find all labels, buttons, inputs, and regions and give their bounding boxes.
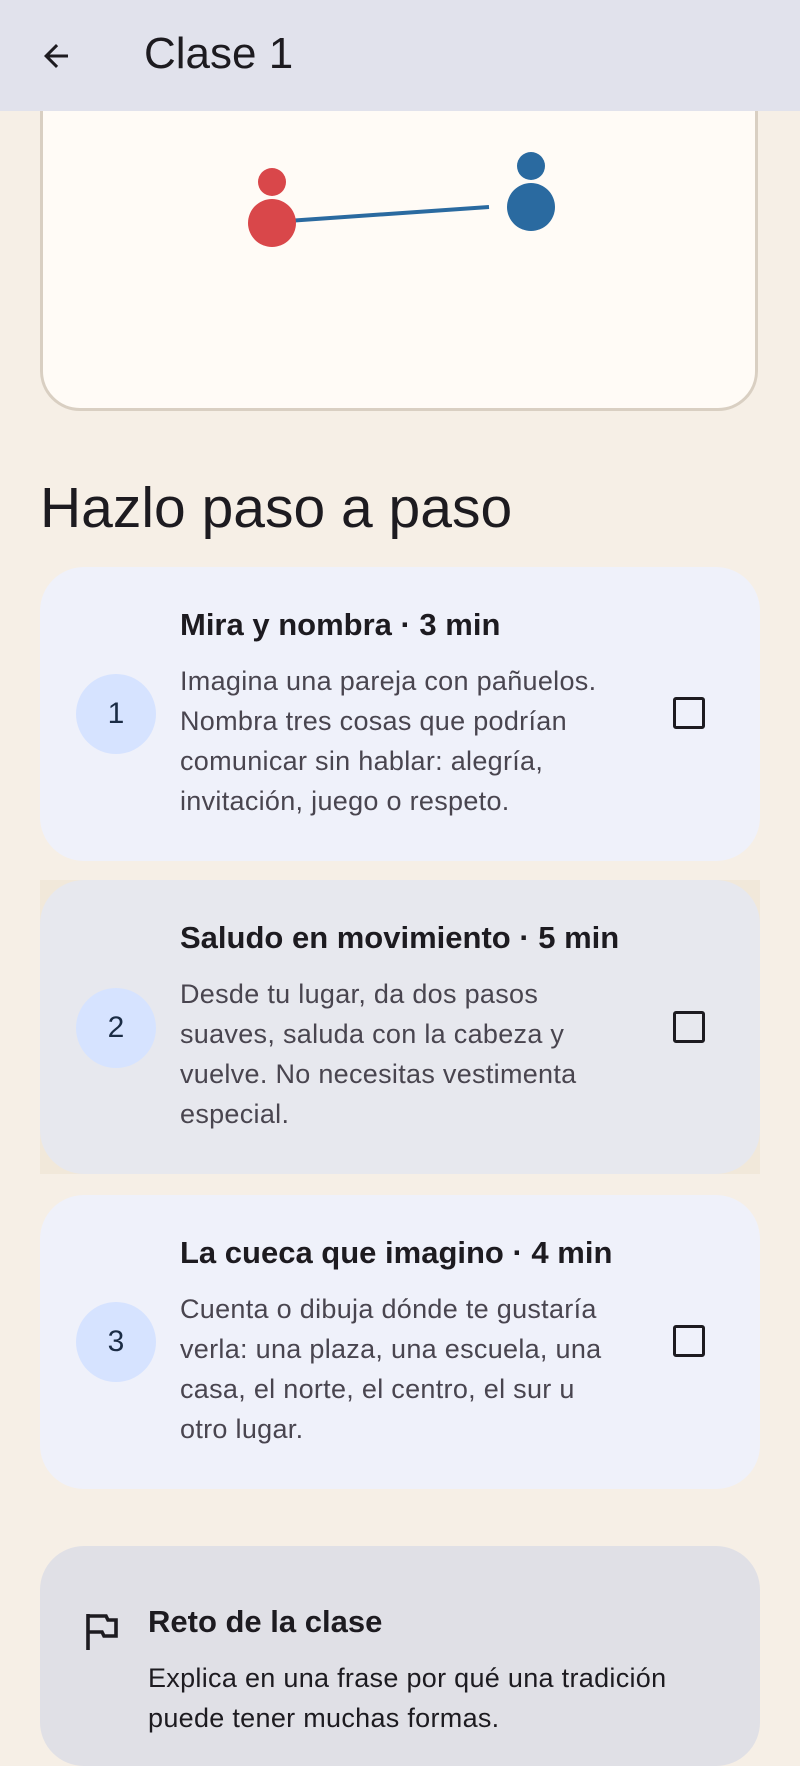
page-title: Clase 1 bbox=[144, 29, 294, 78]
step-card-3: 3 La cueca que imagino · 4 min Cuenta o … bbox=[40, 1195, 760, 1489]
challenge-title: Reto de la clase bbox=[148, 1604, 383, 1639]
flag-icon bbox=[86, 1614, 118, 1650]
back-button[interactable] bbox=[28, 28, 84, 84]
step-number-badge: 2 bbox=[76, 988, 156, 1068]
dancing-couple-illustration bbox=[248, 152, 555, 247]
right-figure-body bbox=[507, 183, 555, 231]
step-title: Saludo en movimiento · 5 min bbox=[180, 920, 620, 955]
step-description: Desde tu lugar, da dos pasos suaves, sal… bbox=[180, 979, 577, 1129]
challenge-card: Reto de la clase Explica en una frase po… bbox=[40, 1546, 760, 1766]
top-app-bar: Clase 1 bbox=[0, 0, 800, 111]
step-card-1: 1 Mira y nombra · 3 min Imagina una pare… bbox=[40, 567, 760, 861]
step-checkbox[interactable] bbox=[673, 1325, 705, 1357]
step-description: Imagina una pareja con pañuelos. Nombra … bbox=[180, 666, 597, 816]
step-number-badge: 3 bbox=[76, 1302, 156, 1382]
right-figure-head bbox=[517, 152, 545, 180]
step-description: Cuenta o dibuja dónde te gustaría verla:… bbox=[180, 1294, 602, 1444]
connecting-line bbox=[272, 205, 490, 224]
section-title: Hazlo paso a paso bbox=[40, 476, 513, 540]
step-checkbox[interactable] bbox=[673, 1011, 705, 1043]
step-checkbox[interactable] bbox=[673, 697, 705, 729]
step-number-badge: 1 bbox=[76, 674, 156, 754]
left-figure-head bbox=[258, 168, 286, 196]
step-title: La cueca que imagino · 4 min bbox=[180, 1235, 613, 1270]
illustration-card bbox=[40, 60, 758, 411]
left-figure-body bbox=[248, 199, 296, 247]
step-title: Mira y nombra · 3 min bbox=[180, 607, 501, 642]
arrow-back-icon bbox=[44, 44, 68, 68]
challenge-description: Explica en una frase por qué una tradici… bbox=[148, 1663, 667, 1733]
step-card-2: 2 Saludo en movimiento · 5 min Desde tu … bbox=[40, 880, 760, 1174]
